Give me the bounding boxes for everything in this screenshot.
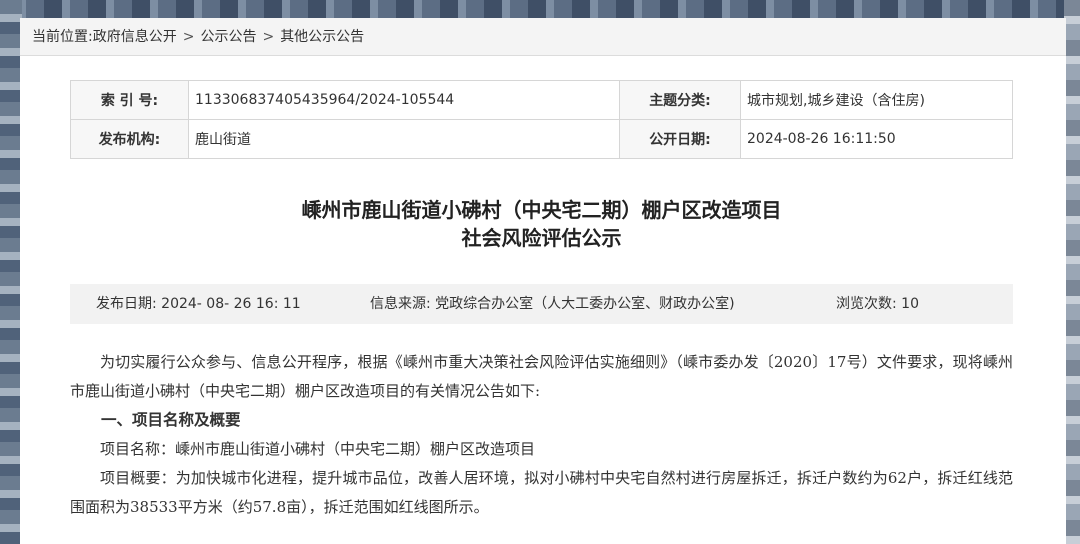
breadcrumb: 当前位置:政府信息公开 > 公示公告 > 其他公示公告 (20, 18, 1066, 56)
metadata-table: 索 引 号: 113306837405435964/2024-105544 主题… (70, 80, 1013, 159)
background-city-left (0, 0, 22, 544)
article-title: 嵊州市鹿山街道小砩村（中央宅二期）棚户区改造项目 社会风险评估公示 (70, 196, 1013, 252)
open-date-value: 2024-08-26 16:11:50 (740, 119, 1013, 159)
publish-date: 发布日期: 2024- 08- 26 16: 11 (96, 296, 301, 312)
breadcrumb-prefix: 当前位置: (32, 29, 93, 45)
section-heading: 一、项目名称及概要 (101, 411, 241, 429)
view-count: 浏览次数: 10 (836, 296, 919, 312)
content-panel: 索 引 号: 113306837405435964/2024-105544 主题… (20, 56, 1066, 544)
breadcrumb-item-announcements[interactable]: 公示公告 (200, 29, 256, 45)
paragraph-project-summary: 项目概要：为加快城市化进程，提升城市品位，改善人居环境，拟对小砩村中央宅自然村进… (70, 469, 1013, 516)
background-city-right (1064, 0, 1080, 544)
breadcrumb-item-info-disclosure[interactable]: 政府信息公开 (93, 29, 177, 45)
background-city-top (0, 0, 1080, 18)
publisher-label: 发布机构: (70, 119, 189, 159)
paragraph-project-name: 项目名称：嵊州市鹿山街道小砩村（中央宅二期）棚户区改造项目 (100, 440, 536, 458)
topic-label: 主题分类: (619, 80, 741, 120)
paragraph-intro: 为切实履行公众参与、信息公开程序，根据《嵊州市重大决策社会风险评估实施细则》（嵊… (70, 353, 1013, 400)
breadcrumb-item-other-announcements[interactable]: 其他公示公告 (280, 29, 364, 45)
publisher-value: 鹿山街道 (188, 119, 620, 159)
title-line-2: 社会风险评估公示 (461, 226, 622, 250)
article-info-bar: 发布日期: 2024- 08- 26 16: 11 信息来源: 党政综合办公室（… (70, 284, 1013, 324)
article-body: 为切实履行公众参与、信息公开程序，根据《嵊州市重大决策社会风险评估实施细则》（嵊… (70, 348, 1013, 522)
table-row: 发布机构: 鹿山街道 公开日期: 2024-08-26 16:11:50 (70, 119, 1013, 159)
index-label: 索 引 号: (70, 80, 189, 120)
title-line-1: 嵊州市鹿山街道小砩村（中央宅二期）棚户区改造项目 (301, 198, 782, 222)
index-value: 113306837405435964/2024-105544 (188, 80, 620, 120)
topic-value: 城市规划,城乡建设（含住房) (740, 80, 1013, 120)
breadcrumb-separator: > (262, 29, 275, 45)
open-date-label: 公开日期: (619, 119, 741, 159)
breadcrumb-separator: > (182, 29, 195, 45)
table-row: 索 引 号: 113306837405435964/2024-105544 主题… (70, 80, 1013, 120)
info-source: 信息来源: 党政综合办公室（人大工委办公室、财政办公室) (370, 296, 735, 312)
